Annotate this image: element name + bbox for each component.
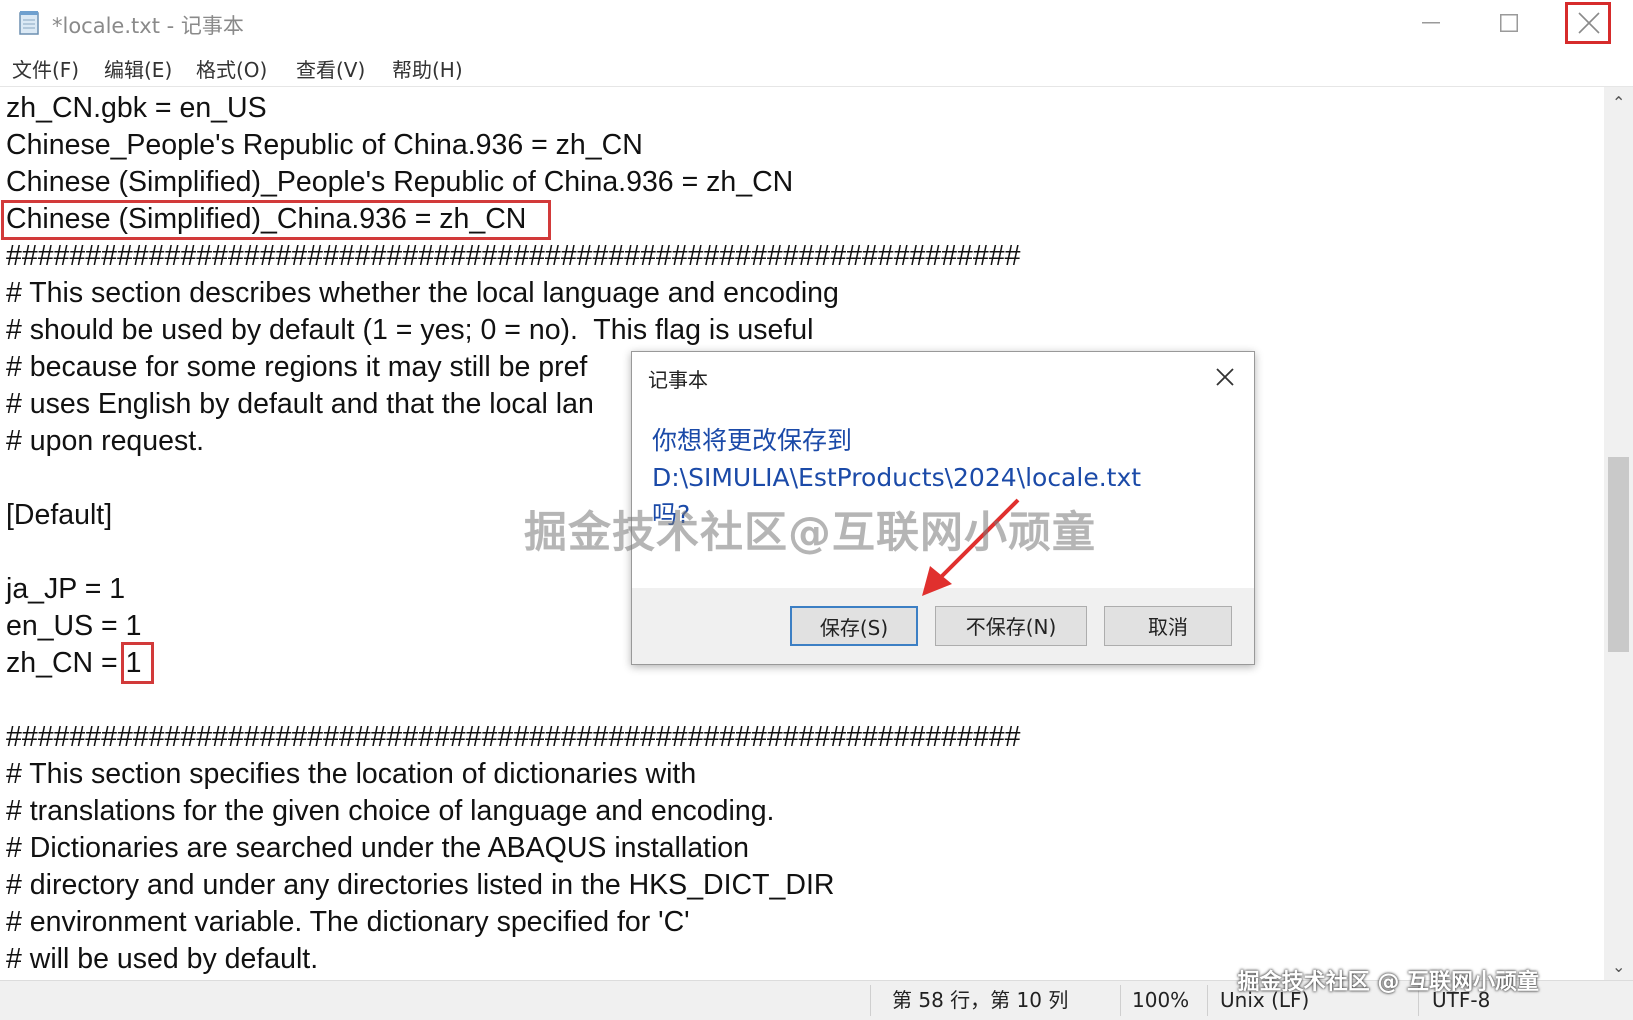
center-watermark: 掘金技术社区@互联网小顽童 <box>524 508 1096 558</box>
